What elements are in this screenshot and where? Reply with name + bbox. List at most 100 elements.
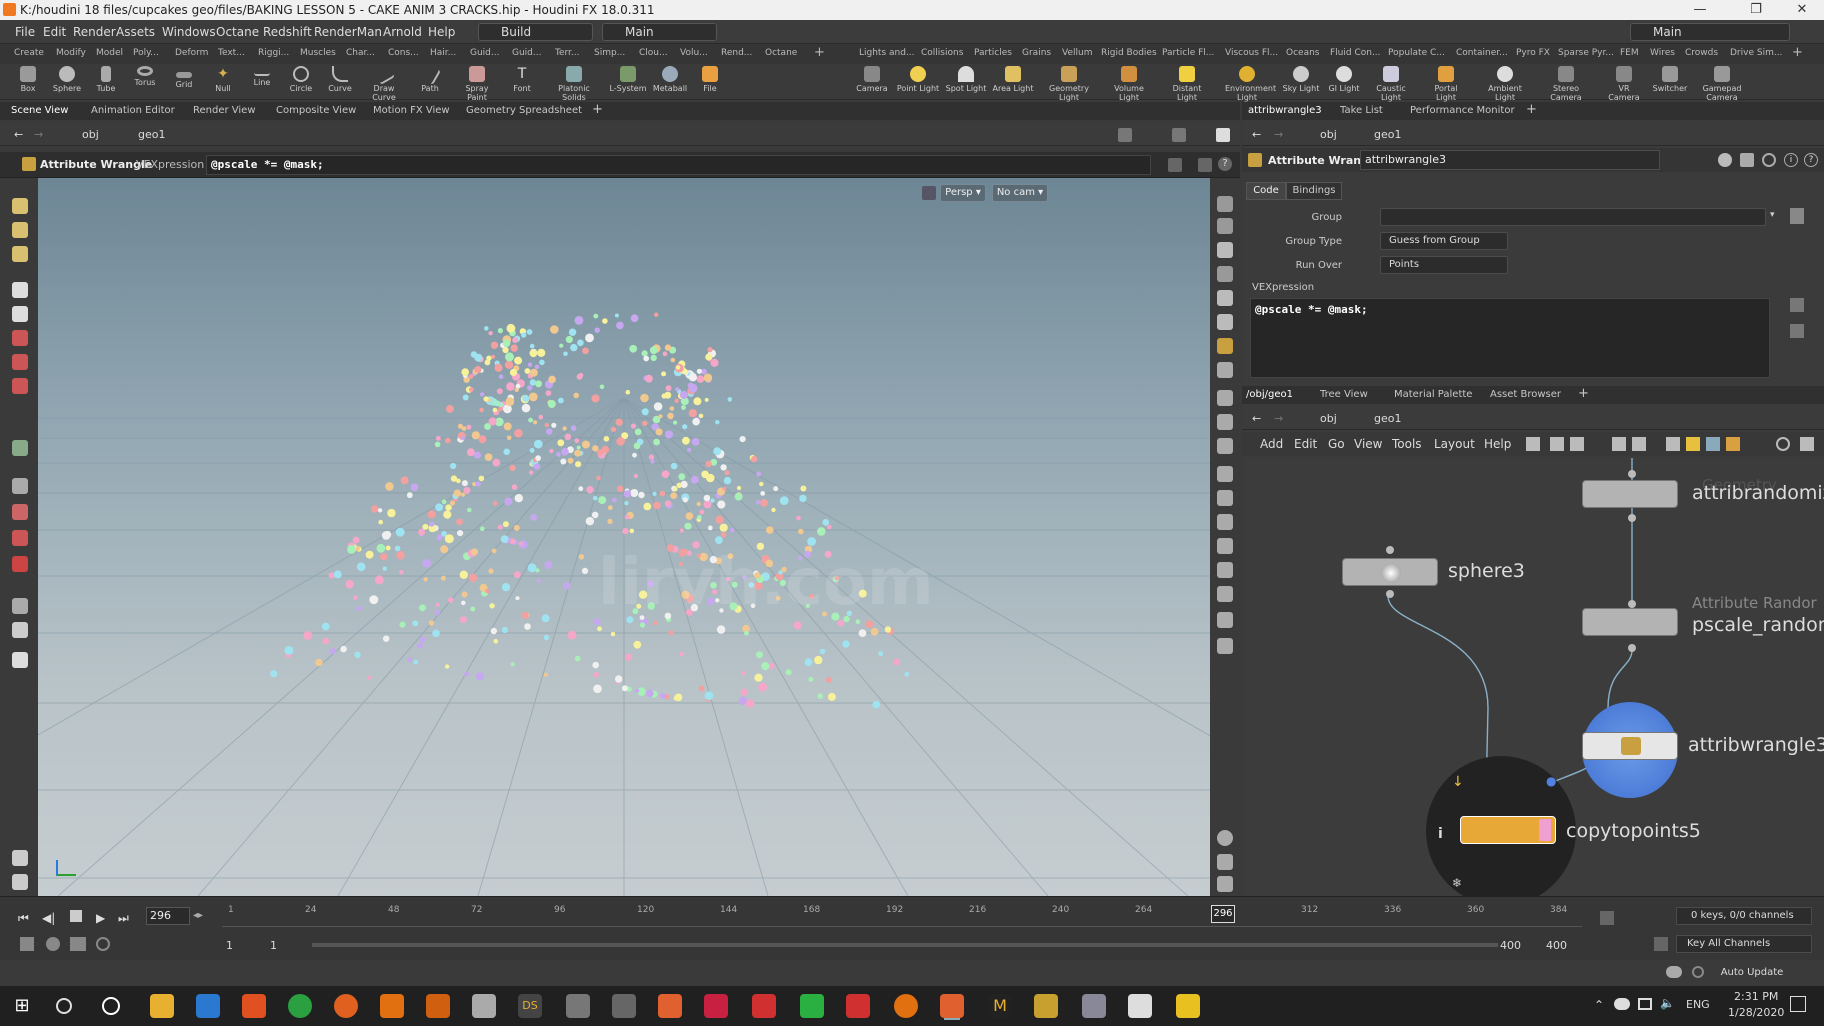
onedrive-icon[interactable] xyxy=(1614,998,1630,1010)
shelf-tab[interactable]: Populate C... xyxy=(1388,48,1445,58)
app-icon[interactable] xyxy=(846,994,870,1018)
pose-icon[interactable] xyxy=(12,440,28,456)
menu-help[interactable]: Help xyxy=(428,25,455,39)
tool-point-light[interactable]: Point Light xyxy=(896,66,940,93)
normal-icon[interactable] xyxy=(1217,562,1233,578)
tray-chevron-icon[interactable]: ⌃ xyxy=(1594,998,1604,1012)
menu-edit[interactable]: Edit xyxy=(43,25,66,39)
shelf-tab[interactable]: Lights and... xyxy=(859,48,915,58)
shelf-tab[interactable]: Pyro FX xyxy=(1516,48,1550,58)
back-icon[interactable]: ← xyxy=(1252,128,1261,141)
magnet-icon[interactable] xyxy=(12,504,28,520)
shelf-tab[interactable]: Modify xyxy=(56,48,86,58)
close-button[interactable]: ✕ xyxy=(1782,0,1822,20)
tool-box[interactable]: Box xyxy=(6,66,50,93)
step-back-icon[interactable]: ◀| xyxy=(42,911,55,925)
shelf-tab[interactable]: Wires xyxy=(1650,48,1675,58)
tool-circle[interactable]: Circle xyxy=(279,66,323,93)
range-start2-field[interactable]: 1 xyxy=(270,939,277,952)
link-icon[interactable] xyxy=(1172,128,1186,142)
shelf-tab[interactable]: Model xyxy=(96,48,123,58)
net-menu-layout[interactable]: Layout xyxy=(1434,437,1475,451)
minimize-button[interactable]: — xyxy=(1680,0,1720,20)
tool-ambient-light[interactable]: Ambient Light xyxy=(1483,66,1527,102)
uv-icon[interactable] xyxy=(1217,538,1233,554)
range-slider[interactable] xyxy=(312,943,1498,947)
network-editor[interactable]: Geometry attribrandomiz sphere3 Attribut… xyxy=(1248,458,1824,896)
tool-platonic[interactable]: Platonic Solids xyxy=(552,66,596,102)
light-icon[interactable] xyxy=(1217,290,1233,306)
shelf-tab[interactable]: Guid... xyxy=(470,48,499,58)
tab-attribwrangle3[interactable]: attribwrangle3 xyxy=(1248,105,1322,116)
lock-camera-icon[interactable] xyxy=(1217,242,1233,258)
magnet-point-icon[interactable] xyxy=(12,556,28,572)
shelf-tab[interactable]: Container... xyxy=(1456,48,1508,58)
menu-redshift[interactable]: Redshift xyxy=(263,25,312,39)
app-icon[interactable] xyxy=(800,994,824,1018)
net-path-geo[interactable]: geo1 xyxy=(1374,412,1401,425)
tool-geometry-light[interactable]: Geometry Light xyxy=(1047,66,1091,102)
shelf-tab[interactable]: Fluid Con... xyxy=(1330,48,1381,58)
bypass-icon[interactable]: ❄ xyxy=(1452,876,1462,890)
notifications-icon[interactable] xyxy=(1790,996,1806,1012)
menu-assets[interactable]: Assets xyxy=(116,25,155,39)
sticky-note-icon[interactable] xyxy=(1686,437,1700,451)
current-frame-marker[interactable]: 296 xyxy=(1211,905,1235,923)
tool-portal-light[interactable]: Portal Light xyxy=(1424,66,1468,102)
network-icon[interactable] xyxy=(1638,998,1652,1010)
background-icon[interactable] xyxy=(1217,438,1233,454)
range-end-field[interactable]: 400 xyxy=(1500,939,1521,952)
display-icon[interactable] xyxy=(1217,196,1233,212)
edge-icon[interactable] xyxy=(196,994,220,1018)
normals-icon[interactable] xyxy=(1217,338,1233,354)
app-icon[interactable] xyxy=(1176,994,1200,1018)
scene-viewport[interactable]: lirvh.com Persp ▾ No cam ▾ xyxy=(38,178,1210,896)
search-icon[interactable] xyxy=(1762,153,1776,167)
tab-motion-fx-view[interactable]: Motion FX View xyxy=(373,105,450,116)
tool-metaball[interactable]: Metaball xyxy=(648,66,692,93)
tab-performance-monitor[interactable]: Performance Monitor xyxy=(1410,105,1515,116)
folder-icon[interactable] xyxy=(1726,437,1740,451)
shelf-tab[interactable]: Rigid Bodies xyxy=(1101,48,1157,58)
add-shelf-icon[interactable]: + xyxy=(814,45,825,60)
tab-obj-geo1[interactable]: /obj/geo1 xyxy=(1246,389,1293,400)
abc-icon[interactable] xyxy=(1217,586,1233,602)
vlc-icon[interactable] xyxy=(380,994,404,1018)
stop-icon[interactable] xyxy=(70,910,82,922)
shelf-tab[interactable]: Poly... xyxy=(133,48,159,58)
back-icon[interactable]: ← xyxy=(1252,412,1261,425)
clock-time[interactable]: 2:31 PM xyxy=(1734,990,1778,1003)
add-tab-icon[interactable]: + xyxy=(592,102,603,117)
net-menu-help[interactable]: Help xyxy=(1484,437,1511,451)
net-menu-go[interactable]: Go xyxy=(1328,437,1345,451)
app-icon[interactable] xyxy=(472,994,496,1018)
tool-torus[interactable]: Torus xyxy=(123,66,167,87)
tool-path[interactable]: Path xyxy=(408,63,452,93)
bulb-icon[interactable] xyxy=(1217,362,1233,378)
node-input[interactable] xyxy=(1386,546,1394,554)
tree-icon[interactable] xyxy=(1550,437,1564,451)
range-start-field[interactable]: 1 xyxy=(226,939,233,952)
layout-icon[interactable] xyxy=(1217,854,1233,870)
node-name-field[interactable]: attribwrangle3 xyxy=(1360,150,1660,170)
shelf-tab[interactable]: Create xyxy=(14,48,44,58)
back-icon[interactable]: ← xyxy=(14,128,23,141)
blender-icon[interactable] xyxy=(894,994,918,1018)
run-over-menu[interactable]: Points xyxy=(1380,256,1508,274)
keys-channels-field[interactable]: 0 keys, 0/0 channels xyxy=(1676,907,1812,925)
select-arrow-icon[interactable] xyxy=(1790,208,1804,224)
key-all-channels-menu[interactable]: Key All Channels xyxy=(1676,935,1812,953)
shelf-tab[interactable]: Hair... xyxy=(430,48,456,58)
help-icon[interactable]: ? xyxy=(1218,157,1232,171)
transform-icon[interactable] xyxy=(12,330,28,346)
node-output[interactable] xyxy=(1628,644,1636,652)
vex-menu-icon[interactable] xyxy=(1790,298,1804,312)
shelf-tab[interactable]: Drive Sim... xyxy=(1730,48,1782,58)
shelf-tab[interactable]: Simp... xyxy=(594,48,625,58)
tool-file[interactable]: File xyxy=(688,66,732,93)
info-icon[interactable]: i xyxy=(1438,826,1443,842)
jump-end-icon[interactable]: ⏭ xyxy=(118,911,129,926)
path-geo[interactable]: geo1 xyxy=(138,128,165,141)
app-icon[interactable] xyxy=(752,994,776,1018)
brush-icon[interactable] xyxy=(12,874,28,890)
